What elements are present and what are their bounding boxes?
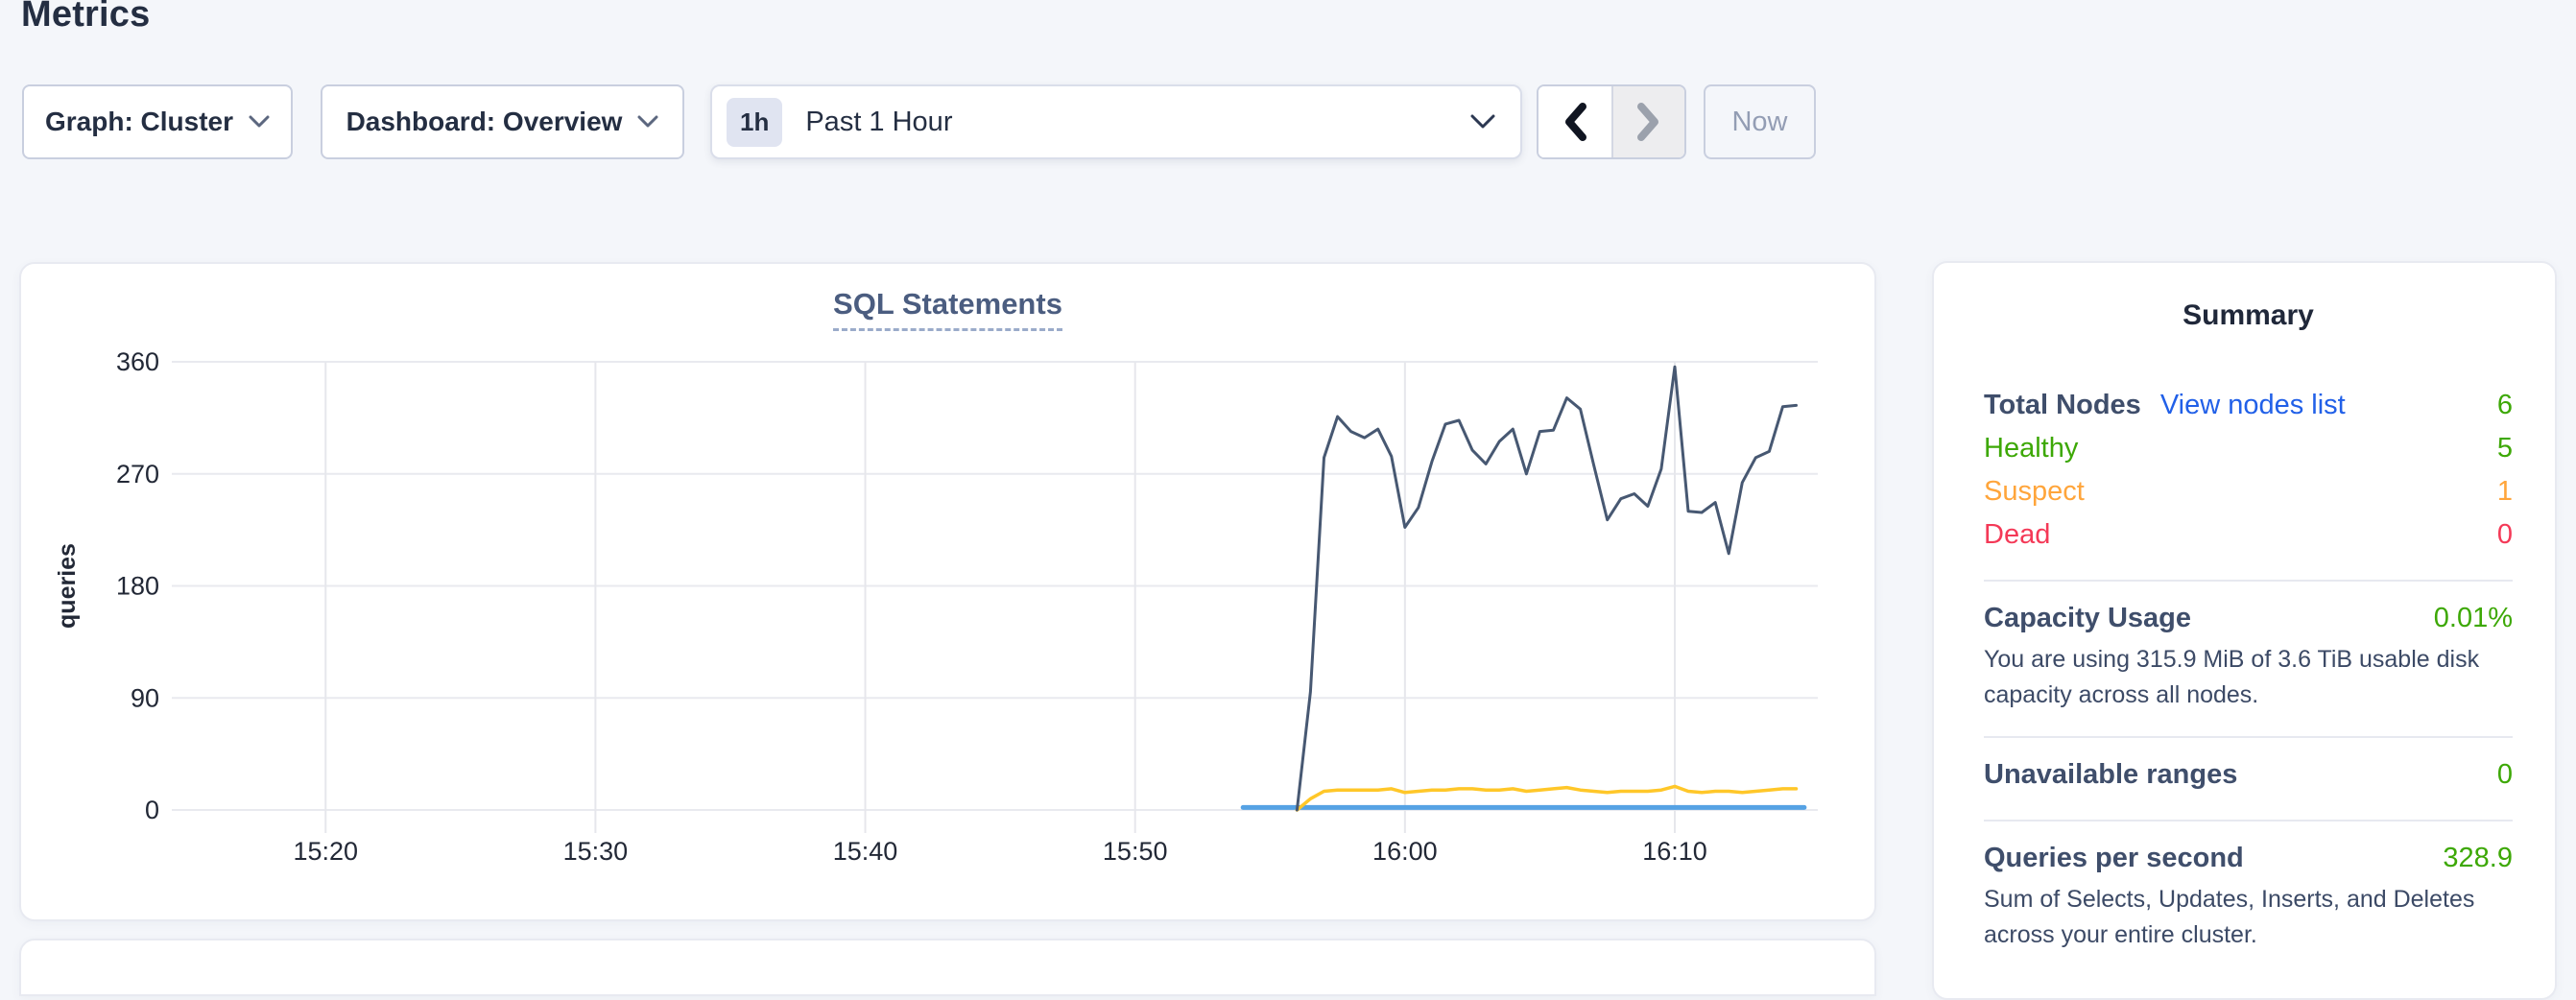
y-tick-label: 270	[116, 460, 159, 488]
y-axis-title: queries	[54, 543, 81, 629]
sql-statements-chart-card: SQL Statements 0 90 180 270 360 15:20 15:30 15:…	[19, 262, 1876, 921]
dead-nodes-row: Dead 0	[1984, 513, 2513, 557]
chevron-down-icon	[637, 115, 658, 129]
dashboard-dropdown[interactable]: Dashboard: Overview	[321, 84, 684, 159]
chevron-right-icon	[1635, 102, 1662, 142]
capacity-usage-description: You are using 315.9 MiB of 3.6 TiB usabl…	[1984, 642, 2513, 713]
queries-per-second-description: Sum of Selects, Updates, Inserts, and De…	[1984, 882, 2513, 953]
y-tick-label: 360	[116, 347, 159, 376]
divider	[1984, 580, 2513, 582]
sql-statements-chart[interactable]: 0 90 180 270 360 15:20 15:30 15:40 15:50 16:00 16:…	[21, 264, 1874, 919]
queries-per-second-label: Queries per second	[1984, 843, 2244, 874]
prev-time-window-button[interactable]	[1538, 86, 1611, 157]
dashboard-dropdown-label: Dashboard: Overview	[346, 107, 623, 137]
next-chart-card-partial	[19, 939, 1876, 996]
y-tick-label: 90	[131, 683, 159, 712]
unavailable-ranges-label: Unavailable ranges	[1984, 759, 2237, 791]
page-title: Metrics	[21, 0, 150, 36]
total-nodes-label: Total Nodes	[1984, 390, 2141, 421]
divider	[1984, 820, 2513, 821]
unavailable-ranges-value: 0	[2497, 759, 2513, 791]
x-tick-label: 16:10	[1642, 837, 1707, 866]
view-nodes-list-link[interactable]: View nodes list	[2160, 390, 2346, 421]
chevron-down-icon	[1470, 114, 1495, 130]
y-tick-label: 0	[145, 796, 159, 824]
dead-value: 0	[2497, 519, 2513, 551]
queries-per-second-value: 328.9	[2443, 843, 2513, 874]
series-navy-line	[1297, 367, 1796, 810]
capacity-usage-value: 0.01%	[2434, 603, 2513, 634]
divider	[1984, 736, 2513, 738]
time-window-pager	[1537, 84, 1686, 159]
now-button[interactable]: Now	[1704, 84, 1816, 159]
nodes-block: Total Nodes View nodes list 6 Healthy 5 …	[1984, 384, 2513, 557]
x-tick-label: 15:50	[1103, 837, 1168, 866]
healthy-nodes-row: Healthy 5	[1984, 427, 2513, 470]
suspect-label: Suspect	[1984, 476, 2085, 508]
time-range-badge: 1h	[727, 98, 782, 147]
chevron-down-icon	[249, 115, 270, 129]
chart-title[interactable]: SQL Statements	[833, 287, 1062, 331]
dead-label: Dead	[1984, 519, 2050, 551]
summary-title: Summary	[1984, 299, 2513, 332]
suspect-nodes-row: Suspect 1	[1984, 470, 2513, 513]
capacity-section: Capacity Usage 0.01% You are using 315.9…	[1984, 597, 2513, 713]
graph-dropdown-label: Graph: Cluster	[45, 107, 233, 137]
x-tick-label: 15:20	[293, 837, 358, 866]
unavailable-ranges-section: Unavailable ranges 0	[1984, 753, 2513, 797]
summary-panel: Summary Total Nodes View nodes list 6 He…	[1932, 261, 2557, 1000]
x-tick-label: 15:30	[563, 837, 629, 866]
chart-grid	[172, 362, 1818, 833]
healthy-value: 5	[2497, 433, 2513, 464]
x-tick-label: 15:40	[833, 837, 898, 866]
x-tick-label: 16:00	[1372, 837, 1438, 866]
suspect-value: 1	[2497, 476, 2513, 508]
healthy-label: Healthy	[1984, 433, 2078, 464]
chart-title-wrap: SQL Statements	[21, 287, 1874, 331]
graph-dropdown[interactable]: Graph: Cluster	[22, 84, 293, 159]
y-tick-label: 180	[116, 572, 159, 601]
time-range-label: Past 1 Hour	[805, 107, 952, 138]
next-time-window-button[interactable]	[1611, 86, 1684, 157]
toolbar: Graph: Cluster Dashboard: Overview 1h Pa…	[22, 84, 1816, 159]
time-range-selector[interactable]: 1h Past 1 Hour	[710, 84, 1522, 159]
metrics-page: { "page": { "title": "Metrics" }, "toolb…	[0, 0, 2576, 950]
total-nodes-value: 6	[2497, 390, 2513, 421]
chevron-left-icon	[1562, 102, 1588, 142]
total-nodes-row: Total Nodes View nodes list 6	[1984, 384, 2513, 427]
capacity-usage-label: Capacity Usage	[1984, 603, 2191, 634]
qps-section: Queries per second 328.9 Sum of Selects,…	[1984, 837, 2513, 953]
